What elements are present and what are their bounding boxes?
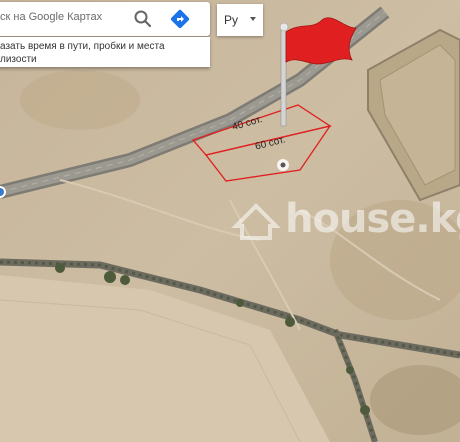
search-box [0,2,210,36]
language-label: Ру [224,13,239,27]
directions-icon[interactable] [168,8,192,30]
directions-suggestion[interactable]: азать время в пути, пробки и места лизос… [0,37,210,67]
search-icon[interactable] [132,8,154,30]
suggestion-text: азать время в пути, пробки и места лизос… [0,41,165,65]
language-select[interactable]: Ру [217,4,263,36]
search-input[interactable] [0,11,132,23]
watermark-text: house.kg [285,196,460,242]
chevron-down-icon [250,17,256,21]
location-pin-icon[interactable] [277,159,289,171]
